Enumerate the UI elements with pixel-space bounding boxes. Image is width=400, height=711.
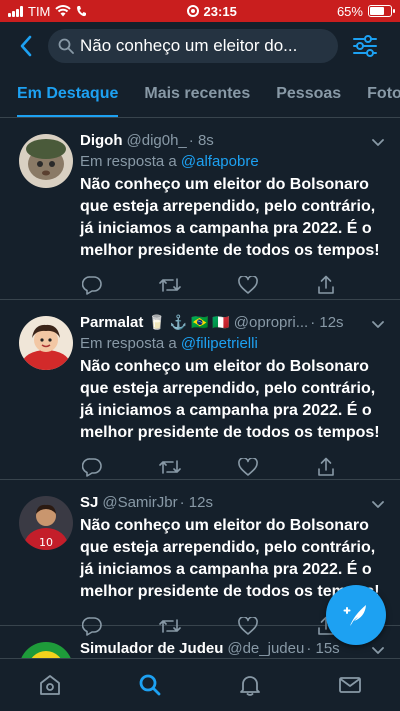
battery-percent: 65%	[336, 3, 363, 19]
handle[interactable]: @opropri...	[234, 314, 308, 331]
chevron-down-icon[interactable]	[370, 642, 386, 658]
search-icon	[58, 38, 74, 54]
reply-context: Em resposta a @alfapobre	[80, 153, 388, 170]
battery-icon	[367, 5, 395, 17]
tweet-text: Não conheço um eleitor do Bolsonaro que …	[80, 176, 380, 259]
reply-context: Em resposta a @filipetrielli	[80, 335, 388, 352]
retweet-icon	[159, 278, 181, 292]
search-query: Não conheço um eleitor do...	[80, 36, 298, 55]
handle[interactable]: @de_judeu	[227, 640, 304, 657]
display-name[interactable]: SJ	[80, 494, 98, 511]
tweet-header: Digoh @dig0h_ · 8s	[80, 132, 388, 149]
tab-photos[interactable]: Fotos	[354, 70, 400, 117]
heart-icon	[238, 458, 258, 476]
filter-button[interactable]	[350, 31, 380, 61]
chevron-down-icon[interactable]	[370, 316, 386, 332]
reply-prefix: Em resposta a	[80, 153, 177, 170]
share-button[interactable]	[314, 455, 338, 479]
retweet-button[interactable]	[158, 455, 182, 479]
avatar[interactable]	[19, 642, 73, 658]
reply-to-link[interactable]: @filipetrielli	[181, 335, 258, 352]
avatar[interactable]	[19, 134, 73, 188]
reply-prefix: Em resposta a	[80, 335, 177, 352]
wifi-icon	[55, 5, 72, 17]
reply-to-link[interactable]: @alfapobre	[181, 153, 259, 170]
retweet-icon	[159, 460, 181, 474]
nav-search[interactable]	[130, 665, 170, 705]
clock: 23:15	[203, 3, 237, 19]
search-tabs: Em Destaque Mais recentes Pessoas Fotos	[0, 70, 400, 118]
signal-icon	[8, 5, 23, 17]
search-icon	[139, 674, 161, 696]
nav-notifications[interactable]	[230, 665, 270, 705]
reply-button[interactable]	[80, 273, 104, 297]
search-input[interactable]: Não conheço um eleitor do...	[48, 29, 338, 63]
tab-people[interactable]: Pessoas	[263, 70, 354, 117]
bell-icon	[240, 676, 260, 696]
compose-button[interactable]	[326, 585, 386, 645]
timestamp: · 12s	[310, 314, 344, 331]
reply-icon	[82, 276, 102, 295]
name-emojis: 🥛 ⚓ 🇧🇷 🇮🇹	[148, 314, 230, 330]
tweet[interactable]: Parmalat 🥛 ⚓ 🇧🇷 🇮🇹 @opropri... · 12s Em …	[0, 300, 400, 480]
tab-latest[interactable]: Mais recentes	[131, 70, 263, 117]
back-button[interactable]	[12, 32, 40, 60]
tab-top[interactable]: Em Destaque	[0, 70, 131, 117]
battery-fill	[369, 7, 385, 15]
nav-messages[interactable]	[330, 665, 370, 705]
avatar[interactable]: 10	[19, 496, 73, 550]
avatar[interactable]	[19, 316, 73, 370]
retweet-button[interactable]	[158, 273, 182, 297]
share-icon	[318, 457, 334, 476]
bottom-nav	[0, 658, 400, 711]
sliders-icon	[353, 35, 377, 57]
chevron-down-icon[interactable]	[370, 134, 386, 150]
svg-text:10: 10	[39, 536, 53, 549]
timestamp: · 12s	[179, 494, 213, 511]
home-icon	[40, 675, 60, 695]
nav-home[interactable]	[30, 665, 70, 705]
recording-icon	[186, 5, 199, 17]
like-button[interactable]	[236, 455, 260, 479]
share-icon	[318, 275, 334, 294]
chevron-down-icon[interactable]	[370, 496, 386, 512]
timestamp: · 8s	[188, 132, 214, 149]
carrier-label: TIM	[28, 3, 51, 19]
tweet-header: Simulador de Judeu @de_judeu · 15s	[80, 640, 388, 657]
status-center: 23:15	[186, 3, 237, 19]
like-button[interactable]	[236, 273, 260, 297]
mail-icon	[339, 677, 361, 693]
timestamp: · 15s	[306, 640, 340, 657]
share-button[interactable]	[314, 273, 338, 297]
compose-feather-icon	[343, 605, 366, 626]
tweet[interactable]: Digoh @dig0h_ · 8s Em resposta a @alfapo…	[0, 118, 400, 300]
chevron-left-icon	[20, 35, 32, 57]
display-name[interactable]: Digoh	[80, 132, 123, 149]
tweet-feed: Digoh @dig0h_ · 8s Em resposta a @alfapo…	[0, 118, 400, 658]
handle[interactable]: @SamirJbr	[102, 494, 177, 511]
handle[interactable]: @dig0h_	[127, 132, 187, 149]
tweet-header: Parmalat 🥛 ⚓ 🇧🇷 🇮🇹 @opropri... · 12s	[80, 314, 388, 331]
display-name[interactable]: Parmalat	[80, 314, 143, 331]
status-bar: TIM 23:15 65%	[0, 0, 400, 22]
reply-button[interactable]	[80, 455, 104, 479]
search-header: Não conheço um eleitor do...	[0, 22, 400, 70]
status-left: TIM	[8, 3, 87, 19]
reply-icon	[82, 458, 102, 477]
tweet-text: Não conheço um eleitor do Bolsonaro que …	[80, 358, 380, 441]
status-right: 65%	[336, 3, 395, 19]
display-name[interactable]: Simulador de Judeu	[80, 640, 223, 657]
phone-call-icon	[77, 6, 87, 17]
heart-icon	[238, 276, 258, 294]
tweet-header: SJ @SamirJbr · 12s	[80, 494, 388, 511]
